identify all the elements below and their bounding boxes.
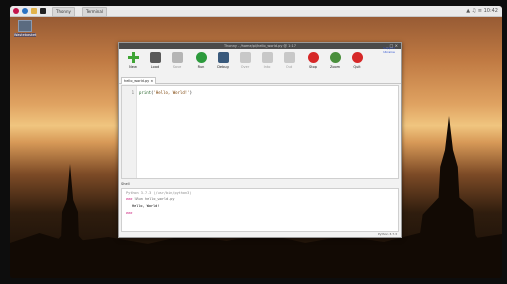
code-editor[interactable]: 1 print('Hello, World!') bbox=[121, 85, 399, 179]
over-label: Over bbox=[240, 65, 250, 69]
debug-label: Debug bbox=[217, 65, 229, 69]
thonny-window: Thonny - /home/pi/hello_world.py @ 1:17 … bbox=[118, 42, 402, 238]
code-keyword: print bbox=[139, 90, 152, 95]
load-button[interactable]: Load bbox=[145, 52, 165, 69]
over-icon bbox=[239, 52, 251, 63]
desktop-icon-label: Wastebasket bbox=[14, 33, 37, 37]
toolbar: New Load Save Run Debug Over Into Out Stop Zoom Qu… bbox=[119, 49, 401, 77]
interpreter-status[interactable]: Python 3.7.3 bbox=[378, 231, 397, 237]
shell-output: Hello, World! bbox=[132, 204, 160, 208]
run-icon bbox=[195, 52, 207, 63]
shell-input-line[interactable]: >>> bbox=[126, 210, 132, 216]
shell-run-line: >>> %Run hello_world.py bbox=[126, 196, 174, 202]
raspberry-menu-icon[interactable] bbox=[13, 8, 19, 14]
desktop: Thonny Terminal ▲ ♫ ≡ 10:42 Wastebasket … bbox=[10, 6, 502, 278]
file-manager-icon[interactable] bbox=[31, 8, 37, 14]
tab-hello-world[interactable]: hello_world.py × bbox=[121, 77, 157, 84]
shell-title: Shell bbox=[121, 182, 130, 186]
zoom-label: Zoom bbox=[329, 65, 341, 69]
task-terminal[interactable]: Terminal bbox=[82, 7, 107, 17]
terminal-icon[interactable] bbox=[40, 8, 46, 14]
debug-button[interactable]: Debug bbox=[213, 52, 233, 69]
stop-label: Stop bbox=[309, 65, 317, 69]
quit-button[interactable]: Quit bbox=[347, 52, 367, 69]
shell-prompt: >>> bbox=[126, 197, 133, 201]
task-thonny[interactable]: Thonny bbox=[52, 7, 75, 17]
line-number: 1 bbox=[131, 90, 134, 95]
out-label: Out bbox=[285, 65, 293, 69]
run-label: Run bbox=[197, 65, 205, 69]
zoom-button[interactable]: Zoom bbox=[325, 52, 345, 69]
out-button[interactable]: Out bbox=[279, 52, 299, 69]
save-label: Save bbox=[172, 65, 182, 69]
debug-icon bbox=[217, 52, 229, 63]
save-button[interactable]: Save bbox=[167, 52, 187, 69]
code-string: 'Hello, World!' bbox=[153, 90, 190, 95]
into-button[interactable]: Into bbox=[257, 52, 277, 69]
save-icon bbox=[171, 52, 183, 63]
code-line[interactable]: print('Hello, World!') bbox=[139, 90, 192, 95]
editor-tabs: hello_world.py × bbox=[119, 77, 401, 84]
support-ukraine-link[interactable]: Support Ukraine bbox=[381, 46, 397, 54]
status-bar: Python 3.7.3 bbox=[119, 231, 401, 237]
stop-button[interactable]: Stop bbox=[303, 52, 323, 69]
zoom-icon bbox=[329, 52, 341, 63]
system-tray[interactable]: ▲ ♫ ≡ 10:42 bbox=[466, 7, 498, 15]
stop-icon bbox=[307, 52, 319, 63]
into-label: Into bbox=[263, 65, 271, 69]
load-icon bbox=[149, 52, 161, 63]
quit-icon bbox=[351, 52, 363, 63]
shell-run-command: %Run hello_world.py bbox=[134, 197, 175, 201]
wastebasket-icon bbox=[18, 20, 32, 32]
shell-panel[interactable]: Python 3.7.3 (/usr/bin/python3) >>> %Run… bbox=[121, 188, 399, 232]
quit-label: Quit bbox=[353, 65, 361, 69]
new-icon bbox=[127, 52, 139, 63]
line-gutter: 1 bbox=[122, 86, 137, 178]
load-label: Load bbox=[150, 65, 160, 69]
browser-icon[interactable] bbox=[22, 8, 28, 14]
new-label: New bbox=[129, 65, 137, 69]
run-button[interactable]: Run bbox=[191, 52, 211, 69]
shell-prompt-active: >>> bbox=[126, 211, 133, 215]
code-paren-close: ) bbox=[189, 90, 193, 95]
over-button[interactable]: Over bbox=[235, 52, 255, 69]
into-icon bbox=[261, 52, 273, 63]
taskbar: Thonny Terminal ▲ ♫ ≡ 10:42 bbox=[10, 6, 502, 17]
new-button[interactable]: New bbox=[123, 52, 143, 69]
desktop-icon-wastebasket[interactable]: Wastebasket bbox=[14, 20, 36, 37]
out-icon bbox=[283, 52, 295, 63]
